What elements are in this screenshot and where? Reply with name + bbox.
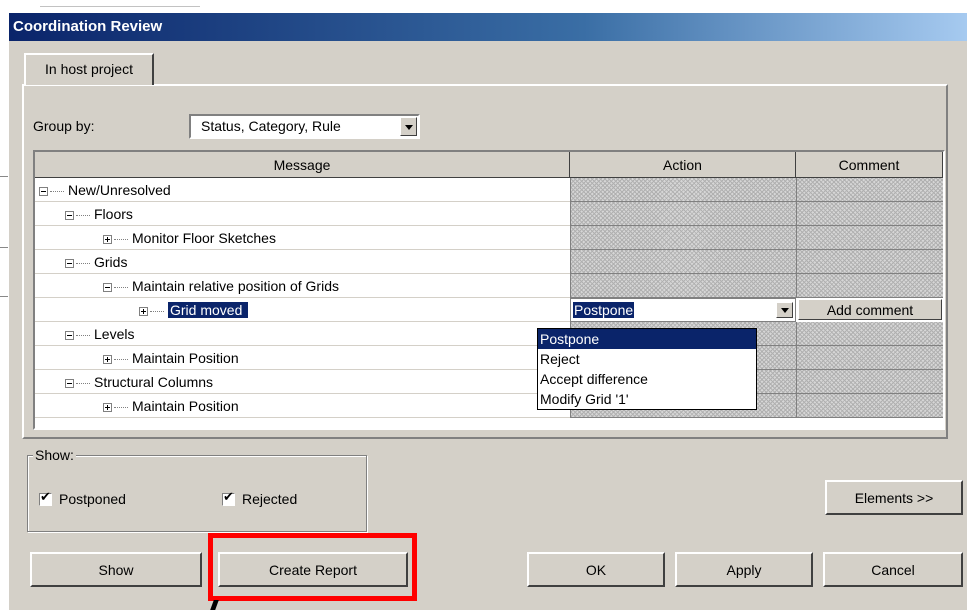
disabled-cell (796, 346, 943, 370)
dropdown-option[interactable]: Reject (538, 349, 756, 369)
tree-item-label: Structural Columns (94, 374, 214, 390)
tree-item-label: Grid moved (168, 302, 249, 318)
rejected-label[interactable]: Rejected (242, 491, 297, 507)
table-row[interactable]: Monitor Floor Sketches (35, 226, 943, 250)
disabled-cell (796, 274, 943, 298)
rejected-checkbox[interactable] (222, 490, 235, 506)
column-header-message[interactable]: Message (35, 152, 570, 178)
action-dropdown-list: Postpone Reject Accept difference Modify… (537, 328, 757, 410)
background-edge-mark (0, 176, 8, 177)
collapse-icon[interactable] (65, 210, 74, 220)
dropdown-option[interactable]: Postpone (538, 329, 756, 349)
table-row[interactable]: Floors (35, 202, 943, 226)
tree-connector (50, 190, 64, 192)
show-button[interactable]: Show (30, 552, 202, 587)
background-strip (0, 0, 967, 12)
collapse-icon[interactable] (103, 282, 112, 292)
ok-button[interactable]: OK (527, 552, 665, 587)
tree-item-label: New/Unresolved (68, 182, 171, 198)
background-edge-mark (0, 247, 8, 248)
disabled-cell (796, 370, 943, 394)
table-row[interactable]: Structural Columns (35, 370, 943, 394)
collapse-icon[interactable] (65, 330, 74, 340)
collapse-icon[interactable] (39, 186, 48, 196)
dropdown-option[interactable]: Accept difference (538, 369, 756, 389)
table-row-selected[interactable]: Grid moved Postpone Add comment (35, 298, 943, 322)
action-select[interactable]: Postpone (570, 298, 796, 322)
disabled-cell (570, 202, 796, 226)
disabled-cell (796, 322, 943, 346)
tree-item-label: Monitor Floor Sketches (132, 230, 276, 246)
disabled-cell (796, 250, 943, 274)
tree-connector (150, 310, 164, 312)
coordination-grid: Message Action Comment New/Unresolved Fl… (33, 150, 945, 430)
tree-item-label: Floors (94, 206, 133, 222)
postponed-checkbox[interactable] (39, 490, 52, 506)
annotation-highlight-box (208, 533, 417, 601)
disabled-cell (796, 226, 943, 250)
tree-connector (76, 334, 90, 336)
tree-item-label: Maintain Position (132, 350, 239, 366)
table-row[interactable]: Maintain relative position of Grids (35, 274, 943, 298)
group-by-value: Status, Category, Rule (201, 118, 341, 134)
background-edge-mark (0, 296, 8, 297)
table-row[interactable]: New/Unresolved (35, 178, 943, 202)
disabled-cell (570, 250, 796, 274)
expand-icon[interactable] (103, 234, 112, 244)
table-row[interactable]: Levels (35, 322, 943, 346)
disabled-cell (796, 202, 943, 226)
column-header-comment[interactable]: Comment (796, 152, 943, 178)
tree-connector (114, 286, 128, 288)
dropdown-option[interactable]: Modify Grid '1' (538, 389, 756, 409)
table-row[interactable]: Maintain Position (35, 394, 943, 418)
tree-connector (76, 262, 90, 264)
show-legend: Show: (33, 447, 76, 463)
disabled-cell (796, 178, 943, 202)
expand-icon[interactable] (103, 354, 112, 364)
tree-connector (76, 214, 90, 216)
chevron-down-icon[interactable] (776, 302, 793, 318)
background-scribble (40, 0, 200, 7)
disabled-cell (570, 178, 796, 202)
tree-connector (114, 406, 128, 408)
tree-item-label: Maintain Position (132, 398, 239, 414)
add-comment-button[interactable]: Add comment (798, 299, 942, 320)
action-select-value: Postpone (573, 302, 635, 318)
group-by-select[interactable]: Status, Category, Rule (189, 114, 420, 139)
expand-icon[interactable] (103, 402, 112, 412)
cancel-button[interactable]: Cancel (823, 552, 963, 587)
tree-connector (76, 382, 90, 384)
tree-connector (114, 238, 128, 240)
disabled-cell (796, 394, 943, 418)
tab-in-host-project[interactable]: In host project (24, 53, 154, 85)
table-row[interactable]: Grids (35, 250, 943, 274)
column-header-action[interactable]: Action (570, 152, 796, 178)
expand-icon[interactable] (139, 306, 148, 316)
table-row[interactable]: Maintain Position (35, 346, 943, 370)
postponed-label[interactable]: Postponed (59, 491, 126, 507)
window-title: Coordination Review (9, 13, 967, 41)
tree-item-label: Grids (94, 254, 128, 270)
disabled-cell (570, 274, 796, 298)
apply-button[interactable]: Apply (675, 552, 813, 587)
disabled-cell (570, 226, 796, 250)
group-by-label: Group by: (33, 118, 95, 134)
tree-connector (114, 358, 128, 360)
tree-item-label: Levels (94, 326, 135, 342)
collapse-icon[interactable] (65, 258, 74, 268)
chevron-down-icon[interactable] (400, 117, 417, 136)
show-groupbox: Show: Postponed Rejected (27, 447, 367, 532)
collapse-icon[interactable] (65, 378, 74, 388)
elements-button[interactable]: Elements >> (825, 480, 963, 515)
tree-item-label: Maintain relative position of Grids (132, 278, 339, 294)
